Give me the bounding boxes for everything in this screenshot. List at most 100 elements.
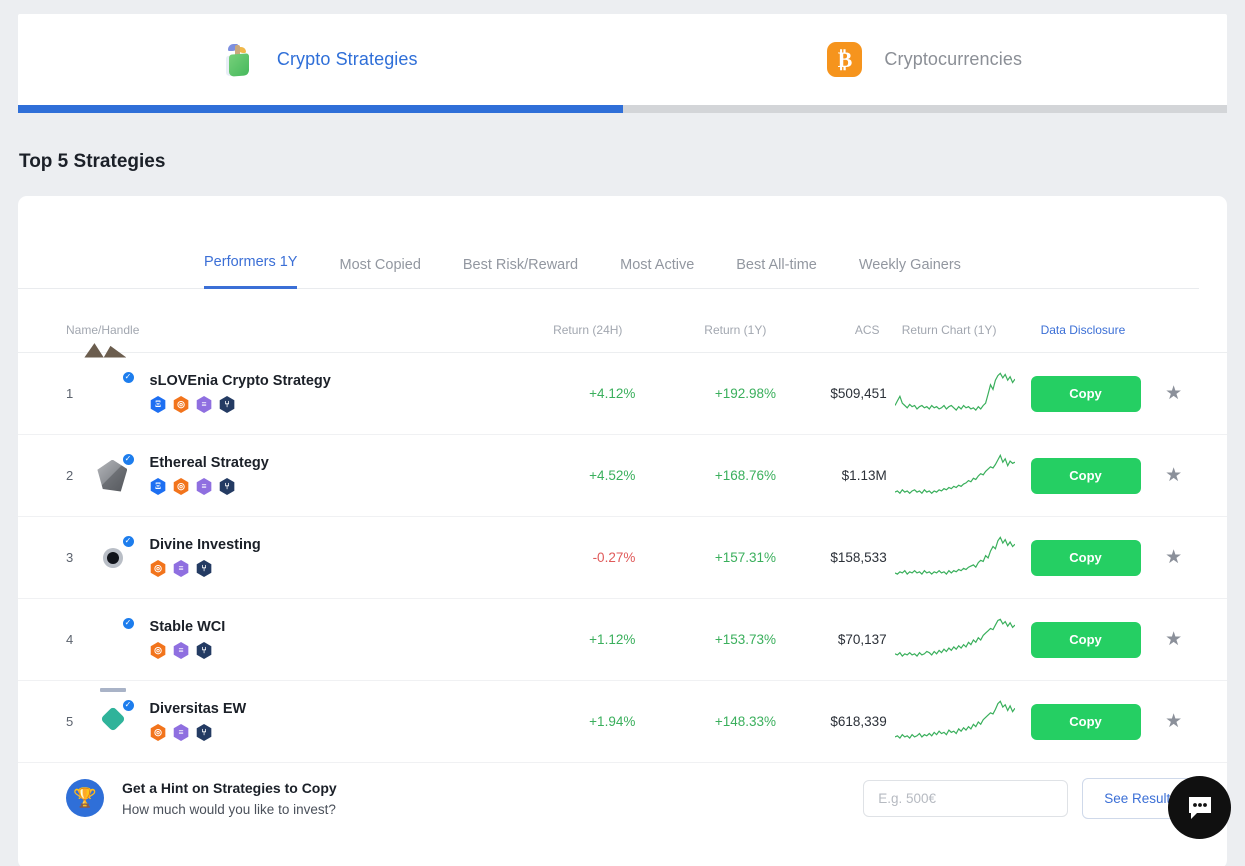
coin-badge-orange-icon: ◎: [173, 396, 190, 413]
sparkline-svg: [895, 453, 1015, 499]
return-sparkline-chart: [887, 699, 1023, 745]
filter-tab-best-all-time[interactable]: Best All-time: [736, 257, 817, 289]
avatar: ✓: [90, 453, 133, 499]
th-name: Name/Handle: [66, 323, 509, 337]
th-acs: ACS: [766, 323, 879, 337]
return-sparkline-chart: [887, 535, 1023, 581]
acs-value: $158,533: [776, 550, 887, 565]
coin-badge-purple-icon: ≡: [196, 396, 213, 413]
hint-subtitle: How much would you like to invest?: [122, 802, 337, 817]
sparkline-svg: [895, 699, 1015, 745]
return-24h-value: +1.94%: [525, 714, 636, 729]
return-1y-value: +192.98%: [635, 386, 776, 401]
row-rank: 4: [66, 632, 90, 647]
copy-button[interactable]: Copy: [1031, 458, 1141, 494]
strategy-name[interactable]: Stable WCI: [150, 620, 525, 636]
table-row[interactable]: 4 ✓ Stable WCI ◎≡⑂ +1.12% +153.73% $70,1…: [18, 599, 1227, 681]
avatar: ✓: [90, 535, 133, 581]
chat-bubble-icon[interactable]: [1168, 776, 1231, 839]
strategy-name[interactable]: Ethereal Strategy: [150, 456, 525, 472]
copy-button[interactable]: Copy: [1031, 376, 1141, 412]
row-rank: 2: [66, 468, 90, 483]
coin-badge-orange-icon: ◎: [150, 642, 167, 659]
return-1y-value: +168.76%: [635, 468, 776, 483]
table-header-row: Name/Handle Return (24H) Return (1Y) ACS…: [18, 307, 1227, 353]
strategies-card: Performers 1Y Most Copied Best Risk/Reward…: [18, 196, 1227, 866]
th-return-24h: Return (24H): [509, 323, 622, 337]
page-title: Top 5 Strategies: [18, 151, 1227, 173]
row-rank: 3: [66, 550, 90, 565]
top-tab-label: Crypto Strategies: [277, 49, 418, 70]
table-row[interactable]: 5 ✓ Diversitas EW ◎≡⑂ +1.94% +148.33% $6…: [18, 681, 1227, 763]
acs-value: $618,339: [776, 714, 887, 729]
return-sparkline-chart: [887, 453, 1023, 499]
th-return-1y: Return (1Y): [622, 323, 766, 337]
return-24h-value: +4.52%: [525, 468, 636, 483]
copy-button[interactable]: Copy: [1031, 622, 1141, 658]
favorite-star-icon[interactable]: ★: [1165, 629, 1182, 650]
coin-badge-purple-icon: ≡: [173, 724, 190, 741]
invest-amount-input[interactable]: [863, 780, 1068, 817]
coin-badge-navy-icon: ⑂: [219, 478, 236, 495]
favorite-star-icon[interactable]: ★: [1165, 711, 1182, 732]
return-24h-value: +4.12%: [525, 386, 636, 401]
favorite-star-icon[interactable]: ★: [1165, 383, 1182, 404]
strategy-rows: 1 ✓ sLOVEnia Crypto Strategy Ξ◎≡⑂ +4.12%…: [18, 353, 1227, 763]
bitcoin-icon: ₿: [827, 42, 862, 77]
coin-badge-orange-icon: ◎: [150, 560, 167, 577]
coin-badge-orange-icon: ◎: [173, 478, 190, 495]
coin-badge-eth-icon: Ξ: [150, 396, 167, 413]
table-row[interactable]: 3 ✓ Divine Investing ◎≡⑂ -0.27% +157.31%…: [18, 517, 1227, 599]
row-rank: 5: [66, 714, 90, 729]
strategy-name[interactable]: sLOVEnia Crypto Strategy: [150, 374, 525, 390]
table-row[interactable]: 2 ✓ Ethereal Strategy Ξ ◎ ≡ ⑂ +4.52% +168.7…: [18, 435, 1227, 517]
favorite-star-icon[interactable]: ★: [1165, 465, 1182, 486]
verified-badge-icon: ✓: [121, 534, 136, 549]
strategy-name[interactable]: Diversitas EW: [150, 702, 525, 718]
coin-badges: ◎≡⑂: [150, 560, 525, 577]
coin-badge-eth-icon: Ξ: [150, 478, 167, 495]
progress-bar-fill: [18, 105, 623, 113]
copy-cell: Copy: [1023, 622, 1149, 658]
filter-tab-most-active[interactable]: Most Active: [620, 257, 694, 289]
data-disclosure-link[interactable]: Data Disclosure: [1019, 323, 1148, 337]
favorite-star-icon[interactable]: ★: [1165, 547, 1182, 568]
top-tab-label: Cryptocurrencies: [884, 49, 1022, 70]
row-rank: 1: [66, 386, 90, 401]
filter-tab-best-risk-reward[interactable]: Best Risk/Reward: [463, 257, 578, 289]
coin-badge-orange-icon: ◎: [150, 724, 167, 741]
trophy-icon: 🏆: [66, 779, 104, 817]
coin-badges: ◎≡⑂: [150, 642, 525, 659]
copy-button[interactable]: Copy: [1031, 540, 1141, 576]
top-tab-cryptocurrencies[interactable]: ₿ Cryptocurrencies: [623, 14, 1228, 105]
verified-badge-icon: ✓: [121, 370, 136, 385]
copy-button[interactable]: Copy: [1031, 704, 1141, 740]
copy-cell: Copy: [1023, 704, 1149, 740]
return-24h-value: +1.12%: [525, 632, 636, 647]
filter-tab-performers-1y[interactable]: Performers 1Y: [204, 254, 297, 289]
sparkline-svg: [895, 535, 1015, 581]
acs-value: $70,137: [776, 632, 887, 647]
sparkline-svg: [895, 371, 1015, 417]
verified-badge-icon: ✓: [121, 698, 136, 713]
filter-tab-weekly-gainers[interactable]: Weekly Gainers: [859, 257, 961, 289]
copy-cell: Copy: [1023, 540, 1149, 576]
invest-hint-bar: 🏆 Get a Hint on Strategies to Copy How m…: [18, 763, 1227, 833]
copy-cell: Copy: [1023, 376, 1149, 412]
table-row[interactable]: 1 ✓ sLOVEnia Crypto Strategy Ξ◎≡⑂ +4.12%…: [18, 353, 1227, 435]
hint-title: Get a Hint on Strategies to Copy: [122, 780, 337, 796]
coin-badge-purple-icon: ≡: [196, 478, 213, 495]
avatar: ✓: [90, 617, 133, 663]
return-1y-value: +153.73%: [635, 632, 776, 647]
return-24h-value: -0.27%: [525, 550, 636, 565]
filter-tab-most-copied[interactable]: Most Copied: [339, 257, 420, 289]
return-sparkline-chart: [887, 371, 1023, 417]
return-sparkline-chart: [887, 617, 1023, 663]
chat-bubble-glyph: [1185, 793, 1215, 823]
strategy-name[interactable]: Divine Investing: [150, 538, 525, 554]
verified-badge-icon: ✓: [121, 452, 136, 467]
acs-value: $1.13M: [776, 468, 887, 483]
coin-badges: ◎≡⑂: [150, 724, 525, 741]
top-tab-crypto-strategies[interactable]: Crypto Strategies: [18, 14, 623, 105]
coin-badge-purple-icon: ≡: [173, 642, 190, 659]
